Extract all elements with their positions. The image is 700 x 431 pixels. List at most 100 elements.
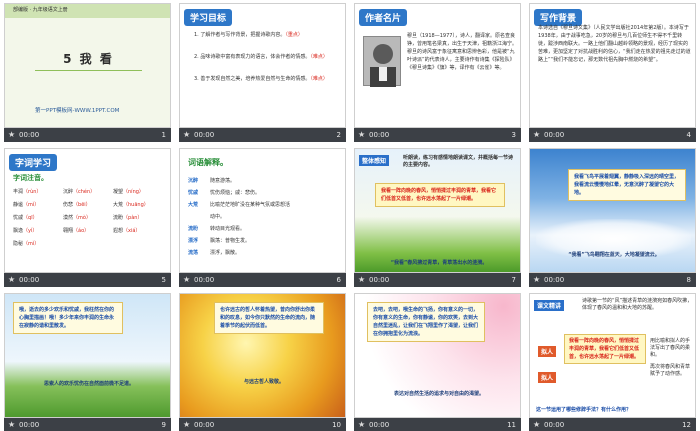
slide-number: 2	[336, 131, 341, 139]
transition-star-icon[interactable]: ★	[8, 418, 15, 431]
slide-sorter-grid: 部编版 · 九年级语文上册 5 我 看 第一PPT模板网-WWW.1PPT.CO…	[4, 3, 698, 431]
transition-star-icon[interactable]: ★	[183, 418, 190, 431]
term-row: 忧戚 忧伤烦恼；戚：悲伤。	[188, 187, 343, 199]
slide-status-bar: ★ 00:00 3	[354, 128, 521, 142]
goal-text: 3. 善于发现自然之美，培养热爱自然与生命的情感。	[194, 76, 311, 82]
poem-box: 我看飞鸟平展着翅翼，静静吸入深远的晴空里，我看流云慢慢地红晕，无意沉醉了凝望它的…	[568, 169, 686, 201]
slide-thumbnail-10[interactable]: 也许远古的哲人怀着热望，曾向你舒出你柔和的叹息，如今你只默然的生命的流向，随着季…	[179, 293, 346, 431]
slide-thumbnail-7[interactable]: 整体感知 听朗读，练习有感情地朗读课文，并概括每一节诗的主要内容。 我看一阵向晚…	[354, 148, 521, 289]
goal-1: 1. 了解作者与写作背景，把握诗歌内容。（重点）	[194, 32, 339, 39]
slide-number: 7	[511, 276, 516, 284]
word-item: 忧戚（qī）	[13, 212, 63, 225]
word-pinyin: （xiá）	[123, 228, 141, 234]
term-word: 忧戚	[188, 190, 199, 196]
slide-thumbnail-8[interactable]: 我看飞鸟平展着翅翼，静静吸入深远的晴空里，我看流云慢慢地红晕，无意沉醉了凝望它的…	[529, 148, 696, 289]
prompt-text: 听朗读，练习有感情地朗读课文，并概括每一节诗的主要内容。	[403, 155, 514, 168]
slide-thumbnail-9[interactable]: 哦，逝去的多少欢乐和忧戚，我枉然在你的心胸里描画！哦！多少年来你丰润的生命永在寂…	[4, 293, 171, 431]
slide-title: 作者名片	[359, 9, 408, 26]
term-def: 随意游荡。	[210, 178, 236, 184]
rhetoric-label: 拟人	[538, 372, 557, 383]
transition-star-icon[interactable]: ★	[8, 128, 15, 142]
term-word: 沉醉	[188, 178, 199, 184]
word-han: 飘逸	[13, 228, 24, 234]
poem-box: 也许远古的哲人怀着热望，曾向你舒出你柔和的叹息，如今你只默然的生命的流向，随着季…	[214, 302, 324, 334]
word-item: 遐想（xiá）	[113, 225, 163, 238]
slide-number: 1	[161, 131, 166, 139]
slide-title: 字词学习	[9, 154, 58, 171]
slide-thumbnail-3[interactable]: 作者名片 穆旦（1918—1977），诗人，翻译家。原名查良铮，曾用笔名梁真，出…	[354, 3, 521, 144]
term-def: 转动目光观看。	[210, 226, 246, 232]
goal-tag: （难点）	[310, 54, 328, 60]
slide-duration: 00:00	[19, 421, 40, 429]
transition-star-icon[interactable]: ★	[533, 273, 540, 287]
slide-status-bar: ★ 00:00 5	[4, 273, 171, 287]
word-han: 大荒	[113, 202, 124, 208]
poem-box: 我看一阵向晚的春风，悄悄揉过丰润的青草，我看它们低首又低首，也许远水荡起了一片绿…	[564, 334, 646, 364]
slide-thumbnail-2[interactable]: 学习目标 1. 了解作者与写作背景，把握诗歌内容。（重点） 2. 品味诗歌中富有…	[179, 3, 346, 144]
slide-thumbnail-5[interactable]: 字词学习 字词注音。 丰润（rùn） 沉醉（chén） 凝望（níng） 静谧（…	[4, 148, 171, 289]
slide-duration: 00:00	[194, 421, 215, 429]
term-list: 沉醉 随意游荡。 忧戚 忧伤烦恼；戚：悲伤。 大荒 比喻茫茫地旷没在某种气氛或思想活 …	[188, 175, 343, 259]
slide-subtitle: 字词注音。	[13, 174, 48, 182]
slide-duration: 00:00	[369, 276, 390, 284]
section-tag: 整体感知	[359, 155, 390, 166]
analysis-note: 再次将春风和青草赋予了动作感。	[650, 364, 691, 377]
slide-thumbnail-11[interactable]: 去吧，去吧，哦生命的飞扬，你有意义的一切，你有意义的生命，你有静谧，你的欢笑，去…	[354, 293, 521, 431]
word-pinyin: （mì）	[23, 241, 40, 247]
term-def: 飘荡：普物生发。	[210, 238, 251, 244]
analysis-note: 用比喻和拟人的手法写出了春风的柔和。	[650, 338, 691, 358]
slide-status-bar: ★ 00:00 8	[529, 273, 696, 287]
slide-number: 6	[336, 276, 341, 284]
slide-preview: 去吧，去吧，哦生命的飞扬，你有意义的一切，你有意义的生命，你有静谧，你的欢笑，去…	[354, 293, 521, 418]
word-pinyin: （huāng）	[123, 202, 149, 208]
transition-star-icon[interactable]: ★	[358, 418, 365, 431]
word-item: 翱翔（áo）	[63, 225, 113, 238]
slide-status-bar: ★ 00:00 12	[529, 418, 696, 431]
word-item: 丰润（rùn）	[13, 186, 63, 199]
word-item: 凝望（níng）	[113, 186, 163, 199]
slide-status-bar: ★ 00:00 9	[4, 418, 171, 431]
slide-duration: 00:00	[369, 131, 390, 139]
slide-thumbnail-4[interactable]: 写作背景 本诗选自《穆旦诗文集》（人民文学出版社2014年第2版）。本诗写于19…	[529, 3, 696, 144]
intro-text: 诗歌第一节的“风”描述青草的涟漪宛如春风吹拂，体现了春风的温和和大地的苏醒。	[582, 298, 693, 311]
transition-star-icon[interactable]: ★	[358, 273, 365, 287]
slide-preview: 也许远古的哲人怀着热望，曾向你舒出你柔和的叹息，如今你只默然的生命的流向，随着季…	[179, 293, 346, 418]
word-han: 遐想	[113, 228, 124, 234]
term-row: 流盼 转动目光观看。	[188, 223, 343, 235]
word-pinyin: （rùn）	[23, 189, 42, 195]
word-han: 漠然	[63, 215, 74, 221]
transition-star-icon[interactable]: ★	[183, 128, 190, 142]
transition-star-icon[interactable]: ★	[533, 418, 540, 431]
slide-duration: 00:00	[544, 421, 565, 429]
slide-duration: 00:00	[544, 131, 565, 139]
slide-duration: 00:00	[19, 276, 40, 284]
term-word: 大荒	[188, 202, 199, 208]
goal-tag: （重点）	[285, 32, 303, 38]
word-item: 静谧（mì）	[13, 199, 63, 212]
word-list: 丰润（rùn） 沉醉（chén） 凝望（níng） 静谧（mì） 伤悲（bēi）…	[13, 186, 168, 251]
slide-thumbnail-12[interactable]: 课文精讲 诗歌第一节的“风”描述青草的涟漪宛如春风吹拂，体现了春风的温和和大地的…	[529, 293, 696, 431]
slide-preview: 词语解释。 沉醉 随意游荡。 忧戚 忧伤烦恼；戚：悲伤。 大荒 比喻茫茫地旷没在某种气…	[179, 148, 346, 273]
word-item: 沉醉（chén）	[63, 186, 113, 199]
question-text: 这一节运用了哪些修辞手法？有什么作用？	[536, 407, 632, 413]
transition-star-icon[interactable]: ★	[533, 128, 540, 142]
slide-number: 3	[511, 131, 516, 139]
slide-duration: 00:00	[544, 276, 565, 284]
slide-thumbnail-1[interactable]: 部编版 · 九年级语文上册 5 我 看 第一PPT模板网-WWW.1PPT.CO…	[4, 3, 171, 144]
term-row: 漂浮 飘荡：普物生发。	[188, 235, 343, 247]
word-han: 翱翔	[63, 228, 74, 234]
word-pinyin: （mò）	[73, 215, 91, 221]
slide-status-bar: ★ 00:00 4	[529, 128, 696, 142]
slide-number: 11	[507, 421, 516, 429]
slide-preview: 学习目标 1. 了解作者与写作背景，把握诗歌内容。（重点） 2. 品味诗歌中富有…	[179, 3, 346, 128]
slide-footer: 第一PPT模板网-WWW.1PPT.COM	[35, 108, 120, 114]
word-pinyin: （mì）	[23, 202, 40, 208]
slide-status-bar: ★ 00:00 7	[354, 273, 521, 287]
slide-thumbnail-6[interactable]: 词语解释。 沉醉 随意游荡。 忧戚 忧伤烦恼；戚：悲伤。 大荒 比喻茫茫地旷没在某种气…	[179, 148, 346, 289]
transition-star-icon[interactable]: ★	[183, 273, 190, 287]
transition-star-icon[interactable]: ★	[8, 273, 15, 287]
transition-star-icon[interactable]: ★	[358, 128, 365, 142]
slide-preview: 我看飞鸟平展着翅翼，静静吸入深远的晴空里，我看流云慢慢地红晕，无意沉醉了凝望它的…	[529, 148, 696, 273]
term-row: 沉醉 随意游荡。	[188, 175, 343, 187]
term-word: 流盼	[188, 226, 199, 232]
